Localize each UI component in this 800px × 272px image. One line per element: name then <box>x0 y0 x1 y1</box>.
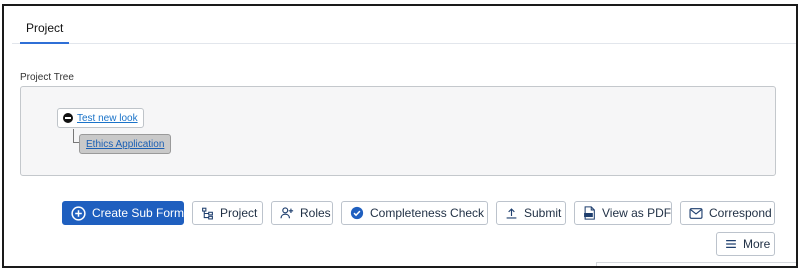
menu-icon <box>726 239 736 249</box>
project-button-label: Project <box>220 206 258 220</box>
submit-button-label: Submit <box>524 206 562 220</box>
tab-bar: Project <box>12 16 796 44</box>
view-as-pdf-label: View as PDF <box>602 206 672 220</box>
correspond-button-label: Correspond <box>709 206 772 220</box>
mail-icon <box>689 207 703 219</box>
collapse-icon[interactable] <box>63 113 73 123</box>
roles-button-label: Roles <box>300 206 331 220</box>
app-frame: Project Project Tree Test new look Ethic… <box>2 4 798 268</box>
bottom-panel-edge <box>596 262 796 266</box>
pdf-file-icon <box>584 206 595 220</box>
project-button[interactable]: Project <box>192 201 263 225</box>
plus-circle-icon <box>71 205 86 221</box>
tree-node-child[interactable]: Ethics Application <box>79 134 172 154</box>
project-tree-panel: Test new look Ethics Application <box>20 86 776 176</box>
tree-node-child-link[interactable]: Ethics Application <box>86 139 164 150</box>
submit-button[interactable]: Submit <box>496 201 566 225</box>
roles-button[interactable]: Roles <box>271 201 333 225</box>
completeness-check-button[interactable]: Completeness Check <box>341 201 488 225</box>
upload-icon <box>506 207 517 219</box>
view-as-pdf-button[interactable]: View as PDF <box>574 201 672 225</box>
project-tree-label: Project Tree <box>20 72 74 83</box>
tree-node-root-link[interactable]: Test new look <box>77 113 138 124</box>
hierarchy-icon <box>202 207 213 219</box>
more-button-label: More <box>743 237 771 251</box>
tree-node-root[interactable]: Test new look <box>57 108 144 128</box>
check-circle-icon <box>350 206 364 220</box>
create-sub-form-button[interactable]: Create Sub Form <box>62 201 184 225</box>
users-add-icon <box>280 207 294 219</box>
completeness-check-label: Completeness Check <box>370 206 485 220</box>
tab-project[interactable]: Project <box>20 16 70 44</box>
more-button[interactable]: More <box>716 232 775 256</box>
correspond-button[interactable]: Correspond <box>680 201 775 225</box>
create-sub-form-label: Create Sub Form <box>92 206 185 220</box>
